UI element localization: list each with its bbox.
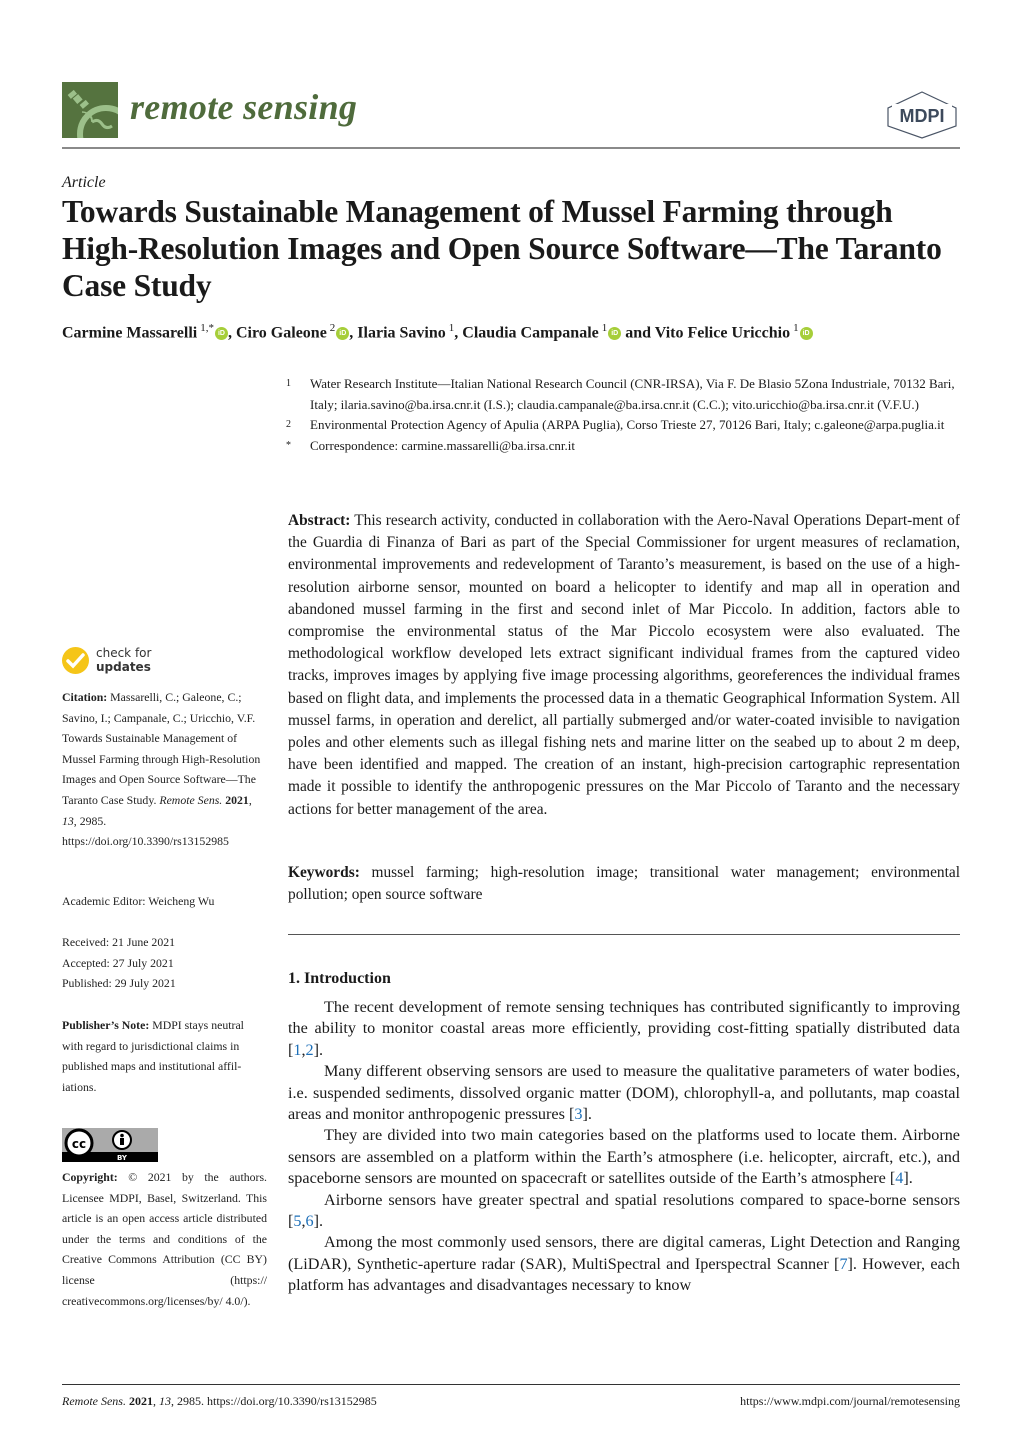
footer-doi-link[interactable]: , 2985. https://doi.org/10.3390/rs131529… — [171, 1394, 377, 1408]
affiliation-text: Environmental Protection Agency of Apuli… — [310, 417, 945, 432]
publisher-note: Publisher’s Note: MDPI stays neutral wit… — [62, 1015, 267, 1097]
paragraph: Many different observing sensors are use… — [288, 1061, 960, 1125]
paragraph-text: The recent development of remote sensing… — [288, 998, 960, 1059]
checkmark-icon — [62, 647, 89, 674]
paragraph: The recent development of remote sensing… — [288, 997, 960, 1061]
affiliations: 1 Water Research Institute—Italian Nation… — [286, 374, 966, 456]
publisher-name: MDPI — [900, 106, 945, 126]
abstract-text: This research activity, conducted in col… — [288, 512, 960, 818]
author-name[interactable]: Ilaria Savino — [357, 324, 445, 341]
check-for-updates-button[interactable]: check for updates — [62, 645, 182, 679]
paragraph-text: Airborne sensors have greater spectral a… — [288, 1190, 960, 1231]
publication-dates: Received: 21 June 2021 Accepted: 27 July… — [62, 932, 267, 994]
paragraph-text: ]. — [903, 1169, 913, 1188]
author-affiliation-marker: 1,* — [200, 322, 214, 334]
author-name[interactable]: Claudia Campanale — [462, 324, 598, 341]
citation-doi-link[interactable]: 2985. https://doi.org/10.3390/rs13152985 — [62, 814, 229, 849]
paragraph-text: They are divided into two main categorie… — [288, 1126, 960, 1188]
affiliation-marker: * — [286, 439, 291, 451]
academic-editor: Academic Editor: Weicheng Wu — [62, 894, 215, 908]
author-list: Carmine Massarelli 1,* iD, Ciro Galeone 2 iD… — [62, 322, 813, 342]
author-separator: , — [227, 324, 236, 342]
orcid-icon[interactable]: iD — [214, 327, 228, 341]
accepted-date: Accepted: 27 July 2021 — [62, 955, 174, 970]
satellite-globe-icon — [62, 82, 135, 163]
check-updates-line1: check for — [96, 646, 152, 660]
author-affiliation-marker: 2 — [329, 322, 336, 334]
affiliation-item: 1 Water Research Institute—Italian Nation… — [286, 374, 966, 415]
section-heading: 1. Introduction — [288, 970, 391, 987]
cc-by-license-badge[interactable]: cc BY — [62, 1128, 158, 1162]
citation-year: 2021 — [225, 792, 249, 807]
affiliation-marker: 1 — [286, 378, 291, 389]
journal-logo — [62, 82, 135, 163]
affiliation-text: Water Research Institute—Italian Nationa… — [310, 376, 955, 412]
author-name[interactable]: Ciro Galeone — [236, 324, 327, 341]
citation-link[interactable]: 7 — [839, 1255, 847, 1273]
affiliation-item: * Correspondence: carmine.massarelli@ba.i… — [286, 436, 966, 457]
citation-link[interactable]: 6 — [306, 1212, 314, 1230]
orcid-icon[interactable]: iD — [608, 327, 622, 341]
keywords: Keywords: mussel farming; high-resolutio… — [288, 862, 960, 906]
paragraph-text: ]. — [313, 1040, 324, 1059]
abstract: Abstract: This research activity, conduc… — [288, 510, 960, 821]
orcid-icon[interactable]: iD — [336, 327, 350, 341]
copyright-text: © 2021 by the authors. Licensee MDPI, Ba… — [62, 1170, 267, 1308]
author-separator: and — [621, 324, 655, 342]
by-label: BY — [117, 1154, 128, 1162]
paragraph-text: ]. — [313, 1212, 324, 1231]
received-date: Received: 21 June 2021 — [62, 935, 176, 949]
section-divider — [288, 934, 960, 935]
keywords-label: Keywords: — [288, 864, 360, 881]
introduction-body: The recent development of remote sensing… — [288, 997, 960, 1297]
footer-citation: Remote Sens. 2021, 13, 2985. https://doi… — [62, 1394, 377, 1408]
footer-journal: Remote Sens. — [62, 1394, 126, 1408]
paragraph-text: Many different observing sensors are use… — [288, 1062, 960, 1124]
affiliation-text: Correspondence: carmine.massarelli@ba.ir… — [310, 437, 576, 453]
footer-journal-url[interactable]: https://www.mdpi.com/journal/remotesensi… — [740, 1394, 960, 1409]
published-date: Published: 29 July 2021 — [62, 976, 176, 991]
article-title: Towards Sustainable Management of Mussel… — [62, 194, 942, 303]
affiliation-marker: 2 — [286, 419, 291, 430]
citation-link[interactable]: 2 — [306, 1041, 314, 1059]
journal-name: remote sensing — [130, 87, 358, 127]
citation-label: Citation: — [62, 690, 108, 704]
citation-journal: Remote Sens. — [159, 792, 223, 807]
footer-year: 2021 — [128, 1394, 153, 1408]
affiliation-item: 2 Environmental Protection Agency of Apul… — [286, 415, 966, 436]
publisher-logo: MDPI — [884, 90, 960, 140]
paragraph: Among the most commonly used sensors, th… — [288, 1232, 960, 1296]
author-name[interactable]: Vito Felice Uricchio — [655, 324, 790, 341]
orcid-icon[interactable]: iD — [799, 327, 813, 341]
footer-rule — [62, 1384, 960, 1385]
paragraph: They are divided into two main categorie… — [288, 1125, 960, 1189]
citation: Citation: Massarelli, C.; Galeone, C.; S… — [62, 690, 261, 849]
citation-volume: 13 — [62, 813, 74, 828]
copyright-label: Copyright: — [62, 1170, 118, 1184]
citation-text: Massarelli, C.; Galeone, C.; Savino, I.;… — [62, 690, 261, 807]
publisher-note-label: Publisher’s Note: — [62, 1018, 150, 1032]
author-affiliation-marker: 1 — [601, 322, 608, 334]
header-rule — [62, 147, 960, 149]
copyright: Copyright: © 2021 by the authors. Licens… — [62, 1167, 267, 1311]
abstract-label: Abstract: — [288, 512, 351, 529]
paragraph-text: ]. — [582, 1105, 592, 1124]
cc-label: cc — [72, 1137, 86, 1151]
author-name[interactable]: Carmine Massarelli — [62, 324, 197, 341]
article-type: Article — [62, 174, 106, 191]
check-updates-line2: updates — [96, 660, 151, 674]
author-affiliation-marker: 1 — [793, 322, 799, 334]
footer-volume: 13 — [158, 1394, 171, 1408]
keywords-text: mussel farming; high-resolution image; t… — [288, 864, 960, 904]
paragraph: Airborne sensors have greater spectral a… — [288, 1190, 960, 1233]
